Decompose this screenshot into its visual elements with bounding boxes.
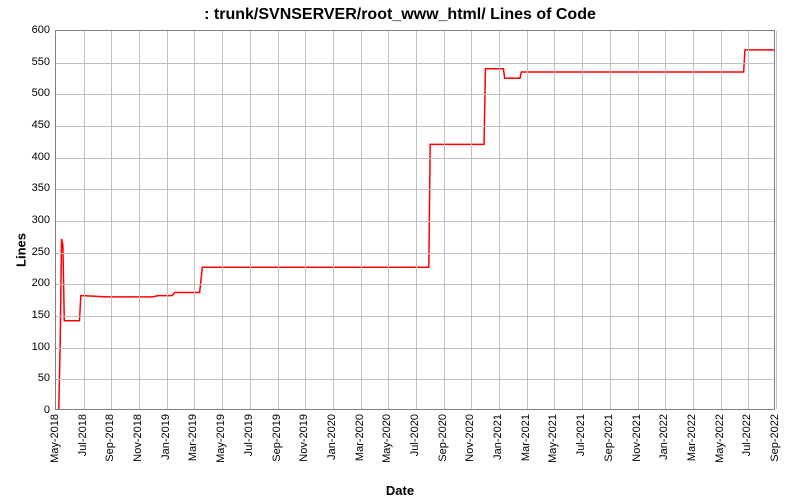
x-tick-label: Mar-2022 [686,414,698,461]
x-tick-label: Nov-2019 [298,414,310,462]
data-line [56,31,774,409]
y-tick-label: 500 [8,87,50,99]
gridline-v [554,31,555,409]
gridline-v [610,31,611,409]
gridline-h [56,221,774,222]
y-tick-label: 400 [8,151,50,163]
gridline-v [361,31,362,409]
y-tick-label: 0 [8,404,50,416]
x-tick-label: May-2022 [714,414,726,463]
gridline-h [56,189,774,190]
gridline-h [56,348,774,349]
gridline-h [56,63,774,64]
gridline-v [84,31,85,409]
gridline-v [721,31,722,409]
x-tick-label: Jan-2021 [492,414,504,460]
chart-container: : trunk/SVNSERVER/root_www_html/ Lines o… [0,0,800,500]
x-tick-label: Mar-2021 [520,414,532,461]
gridline-h [56,316,774,317]
chart-title: : trunk/SVNSERVER/root_www_html/ Lines o… [0,6,800,24]
y-tick-label: 200 [8,277,50,289]
gridline-v [278,31,279,409]
x-tick-label: Nov-2020 [464,414,476,462]
y-tick-label: 300 [8,214,50,226]
gridline-v [250,31,251,409]
x-tick-label: Jul-2021 [575,414,587,456]
gridline-v [776,31,777,409]
x-tick-label: Sep-2022 [769,414,781,462]
x-axis-label: Date [0,483,800,498]
x-tick-label: May-2021 [547,414,559,463]
gridline-v [305,31,306,409]
x-tick-label: Sep-2020 [437,414,449,462]
x-tick-label: Sep-2019 [271,414,283,462]
gridline-v [444,31,445,409]
gridline-v [194,31,195,409]
x-tick-label: Mar-2019 [187,414,199,461]
x-tick-label: Sep-2021 [603,414,615,462]
x-tick-label: May-2018 [49,414,61,463]
gridline-h [56,253,774,254]
x-tick-label: Jul-2022 [741,414,753,456]
gridline-v [333,31,334,409]
x-tick-label: Nov-2018 [132,414,144,462]
y-tick-label: 450 [8,119,50,131]
x-tick-label: Jan-2019 [160,414,172,460]
plot-area [55,30,775,410]
x-tick-label: Jul-2019 [243,414,255,456]
y-tick-label: 250 [8,246,50,258]
gridline-v [693,31,694,409]
gridline-v [416,31,417,409]
x-tick-label: Jul-2018 [77,414,89,456]
gridline-h [56,94,774,95]
x-tick-label: Nov-2021 [631,414,643,462]
y-tick-label: 100 [8,341,50,353]
gridline-h [56,284,774,285]
y-tick-label: 600 [8,24,50,36]
gridline-v [582,31,583,409]
x-tick-label: Sep-2018 [104,414,116,462]
gridline-v [167,31,168,409]
x-tick-label: Jan-2022 [658,414,670,460]
gridline-h [56,379,774,380]
gridline-v [638,31,639,409]
gridline-v [111,31,112,409]
y-tick-label: 50 [8,372,50,384]
gridline-v [499,31,500,409]
gridline-v [471,31,472,409]
x-tick-label: May-2019 [215,414,227,463]
gridline-v [139,31,140,409]
y-tick-label: 150 [8,309,50,321]
gridline-v [527,31,528,409]
y-tick-label: 550 [8,56,50,68]
x-tick-label: Jul-2020 [409,414,421,456]
x-tick-label: Mar-2020 [354,414,366,461]
gridline-v [748,31,749,409]
gridline-v [388,31,389,409]
gridline-h [56,158,774,159]
gridline-v [665,31,666,409]
x-tick-label: May-2020 [381,414,393,463]
gridline-h [56,126,774,127]
gridline-v [222,31,223,409]
x-tick-label: Jan-2020 [326,414,338,460]
y-tick-label: 350 [8,182,50,194]
